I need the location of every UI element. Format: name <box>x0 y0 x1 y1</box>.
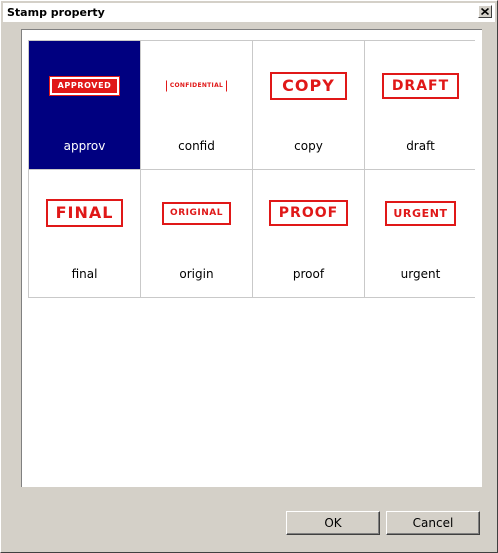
stamp-property-dialog: Stamp property APPROVED approv CONFIDENT… <box>0 0 498 553</box>
original-stamp-icon: ORIGINAL <box>162 201 231 225</box>
confidential-stamp-icon: CONFIDENTIAL <box>165 80 228 92</box>
draft-stamp-icon: DRAFT <box>381 73 460 99</box>
stamp-item-copy[interactable]: COPY copy <box>253 41 364 169</box>
stamp-item-label: origin <box>179 267 214 281</box>
stamp-item-label: confid <box>178 139 215 153</box>
stamp-item-confid[interactable]: CONFIDENTIAL confid <box>141 41 252 169</box>
approved-stamp-icon: APPROVED <box>48 76 121 96</box>
proof-stamp-icon: PROOF <box>268 200 349 226</box>
stamp-item-urgent[interactable]: URGENT urgent <box>365 170 476 297</box>
stamp-item-final[interactable]: FINAL final <box>29 170 140 297</box>
stamp-list-panel: APPROVED approv CONFIDENTIAL confid COPY… <box>21 29 482 487</box>
stamp-item-label: approv <box>63 139 106 153</box>
stamp-item-label: copy <box>294 139 323 153</box>
close-button[interactable] <box>478 5 492 18</box>
stamp-grid: APPROVED approv CONFIDENTIAL confid COPY… <box>28 40 476 298</box>
cancel-button[interactable]: Cancel <box>386 511 480 535</box>
dialog-title: Stamp property <box>7 6 105 19</box>
copy-stamp-icon: COPY <box>270 72 347 100</box>
title-bar: Stamp property <box>3 3 495 22</box>
stamp-item-draft[interactable]: DRAFT draft <box>365 41 476 169</box>
urgent-stamp-icon: URGENT <box>385 200 456 226</box>
stamp-item-label: final <box>71 267 98 281</box>
stamp-item-approv[interactable]: APPROVED approv <box>29 41 140 169</box>
stamp-item-label: proof <box>292 267 325 281</box>
ok-button[interactable]: OK <box>286 511 380 535</box>
stamp-item-proof[interactable]: PROOF proof <box>253 170 364 297</box>
final-stamp-icon: FINAL <box>45 199 124 227</box>
stamp-item-label: urgent <box>400 267 441 281</box>
stamp-item-label: draft <box>406 139 435 153</box>
stamp-item-origin[interactable]: ORIGINAL origin <box>141 170 252 297</box>
close-icon <box>481 8 489 15</box>
